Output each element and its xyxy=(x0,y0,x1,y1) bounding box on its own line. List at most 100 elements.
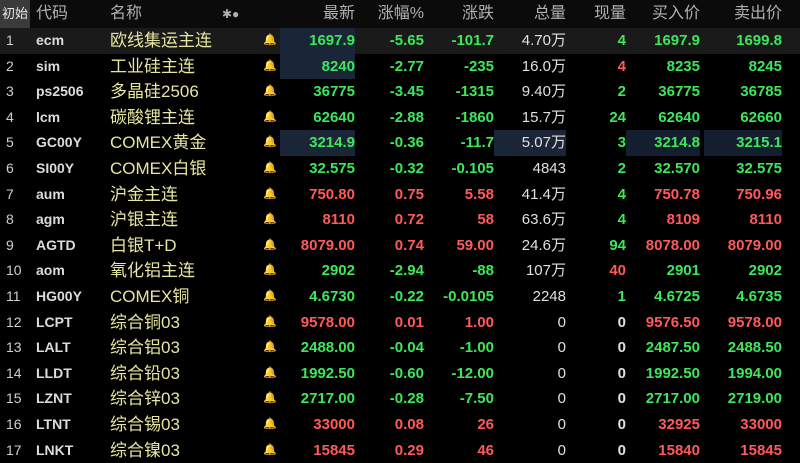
alert-bell-icon[interactable]: 🔔 xyxy=(262,284,278,310)
current-volume: 2 xyxy=(570,79,626,105)
row-index: 11 xyxy=(6,284,28,310)
change-amount: 26 xyxy=(424,412,494,438)
alert-bell-icon[interactable]: 🔔 xyxy=(262,130,278,156)
symbol-name: 欧线集运主连 xyxy=(110,28,260,54)
last-price: 2902 xyxy=(280,258,355,284)
alert-bell-icon[interactable]: 🔔 xyxy=(262,207,278,233)
change-amount: -0.105 xyxy=(424,156,494,182)
ask-price: 750.96 xyxy=(704,182,782,208)
table-row[interactable]: 14LLDT综合铅03🔔1992.50-0.60-12.00001992.501… xyxy=(0,361,800,387)
total-volume: 0 xyxy=(494,361,566,387)
alert-bell-icon[interactable]: 🔔 xyxy=(262,28,278,54)
last-price: 8240 xyxy=(280,54,355,80)
table-row[interactable]: 9AGTD白银T+D🔔8079.000.7459.0024.6万948078.0… xyxy=(0,233,800,259)
current-volume: 4 xyxy=(570,182,626,208)
last-price: 2717.00 xyxy=(280,386,355,412)
alert-bell-icon[interactable]: 🔔 xyxy=(262,335,278,361)
header-name[interactable]: 名称 xyxy=(110,0,142,28)
change-percent: 0.74 xyxy=(356,233,424,259)
row-index: 15 xyxy=(6,386,28,412)
bid-price: 2901 xyxy=(626,258,700,284)
change-amount: -11.7 xyxy=(424,130,494,156)
header-settings-icon[interactable]: ✱● xyxy=(222,0,239,28)
table-row[interactable]: 8agm沪银主连🔔81100.725863.6万481098110 xyxy=(0,207,800,233)
bid-price: 9576.50 xyxy=(626,310,700,336)
change-percent: 0.29 xyxy=(356,438,424,463)
change-amount: -88 xyxy=(424,258,494,284)
alert-bell-icon[interactable]: 🔔 xyxy=(262,54,278,80)
change-amount: 58 xyxy=(424,207,494,233)
bid-price: 62640 xyxy=(626,105,700,131)
change-amount: 59.00 xyxy=(424,233,494,259)
table-row[interactable]: 2sim工业硅主连🔔8240-2.77-23516.0万482358245 xyxy=(0,54,800,80)
table-row[interactable]: 6SI00YCOMEX白银🔔32.575-0.32-0.1054843232.5… xyxy=(0,156,800,182)
header-code[interactable]: 代码 xyxy=(36,0,68,28)
symbol-code: LTNT xyxy=(36,412,106,438)
alert-bell-icon[interactable]: 🔔 xyxy=(262,438,278,463)
bid-price: 32.570 xyxy=(626,156,700,182)
header-chg[interactable]: 涨跌 xyxy=(424,0,494,28)
bid-price: 1992.50 xyxy=(626,361,700,387)
alert-bell-icon[interactable]: 🔔 xyxy=(262,386,278,412)
bid-price: 8078.00 xyxy=(626,233,700,259)
symbol-name: 碳酸锂主连 xyxy=(110,105,260,131)
current-volume: 2 xyxy=(570,156,626,182)
ask-price: 8110 xyxy=(704,207,782,233)
ask-price: 8079.00 xyxy=(704,233,782,259)
table-row[interactable]: 17LNKT综合镍03🔔158450.2946001584015845 xyxy=(0,438,800,463)
change-percent: -0.04 xyxy=(356,335,424,361)
alert-bell-icon[interactable]: 🔔 xyxy=(262,79,278,105)
alert-bell-icon[interactable]: 🔔 xyxy=(262,233,278,259)
last-price: 8079.00 xyxy=(280,233,355,259)
header-chg-pct[interactable]: 涨幅% xyxy=(356,0,424,28)
row-index: 7 xyxy=(6,182,28,208)
total-volume: 9.40万 xyxy=(494,79,566,105)
alert-bell-icon[interactable]: 🔔 xyxy=(262,182,278,208)
symbol-code: lcm xyxy=(36,105,106,131)
header-volume[interactable]: 总量 xyxy=(494,0,566,28)
table-row[interactable]: 4lcm碳酸锂主连🔔62640-2.88-186015.7万2462640626… xyxy=(0,105,800,131)
table-row[interactable]: 5GC00YCOMEX黄金🔔3214.9-0.36-11.75.07万33214… xyxy=(0,130,800,156)
change-amount: 46 xyxy=(424,438,494,463)
table-row[interactable]: 10aom氧化铝主连🔔2902-2.94-88107万4029012902 xyxy=(0,258,800,284)
table-row[interactable]: 16LTNT综合锡03🔔330000.0826003292533000 xyxy=(0,412,800,438)
change-percent: 0.08 xyxy=(356,412,424,438)
last-price: 8110 xyxy=(280,207,355,233)
alert-bell-icon[interactable]: 🔔 xyxy=(262,105,278,131)
total-volume: 107万 xyxy=(494,258,566,284)
table-row[interactable]: 15LZNT综合锌03🔔2717.00-0.28-7.50002717.0027… xyxy=(0,386,800,412)
bid-price: 3214.8 xyxy=(626,130,700,156)
alert-bell-icon[interactable]: 🔔 xyxy=(262,156,278,182)
header-bid[interactable]: 买入价 xyxy=(626,0,700,28)
header-ask[interactable]: 卖出价 xyxy=(704,0,782,28)
total-volume: 5.07万 xyxy=(494,130,566,156)
total-volume: 0 xyxy=(494,386,566,412)
table-row[interactable]: 1ecm欧线集运主连🔔1697.9-5.65-101.74.70万41697.9… xyxy=(0,28,800,54)
header-current-volume[interactable]: 现量 xyxy=(570,0,626,28)
table-row[interactable]: 7aum沪金主连🔔750.800.755.5841.4万4750.78750.9… xyxy=(0,182,800,208)
symbol-code: LZNT xyxy=(36,386,106,412)
symbol-code: aom xyxy=(36,258,106,284)
bid-price: 4.6725 xyxy=(626,284,700,310)
alert-bell-icon[interactable]: 🔔 xyxy=(262,361,278,387)
alert-bell-icon[interactable]: 🔔 xyxy=(262,412,278,438)
change-percent: 0.72 xyxy=(356,207,424,233)
change-amount: -12.00 xyxy=(424,361,494,387)
alert-bell-icon[interactable]: 🔔 xyxy=(262,310,278,336)
symbol-name: 沪银主连 xyxy=(110,207,260,233)
table-row[interactable]: 11HG00YCOMEX铜🔔4.6730-0.22-0.0105224814.6… xyxy=(0,284,800,310)
header-initial-button[interactable]: 初始 xyxy=(0,0,30,28)
row-index: 3 xyxy=(6,79,28,105)
table-row[interactable]: 12LCPT综合铜03🔔9578.000.011.00009576.509578… xyxy=(0,310,800,336)
symbol-name: 综合铝03 xyxy=(110,335,260,361)
row-index: 16 xyxy=(6,412,28,438)
table-row[interactable]: 13LALT综合铝03🔔2488.00-0.04-1.00002487.5024… xyxy=(0,335,800,361)
ask-price: 4.6735 xyxy=(704,284,782,310)
bid-price: 1697.9 xyxy=(626,28,700,54)
header-price[interactable]: 最新 xyxy=(280,0,355,28)
table-row[interactable]: 3ps2506多晶硅2506🔔36775-3.45-13159.40万23677… xyxy=(0,79,800,105)
symbol-name: 沪金主连 xyxy=(110,182,260,208)
alert-bell-icon[interactable]: 🔔 xyxy=(262,258,278,284)
symbol-name: 综合镍03 xyxy=(110,438,260,463)
last-price: 1992.50 xyxy=(280,361,355,387)
